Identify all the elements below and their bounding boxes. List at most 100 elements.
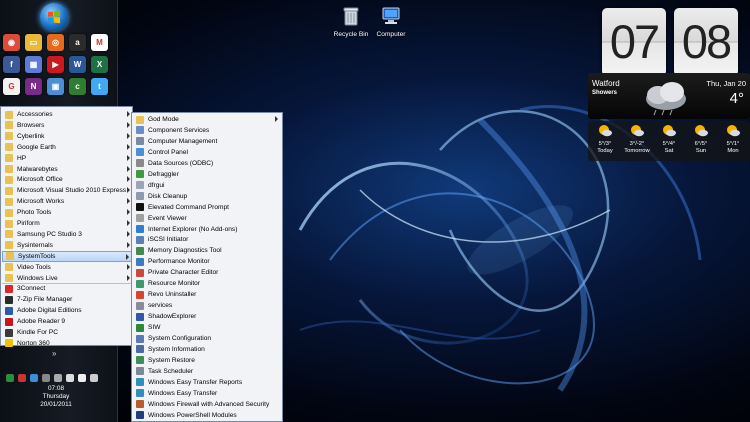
cnet-icon[interactable]: c [69, 78, 86, 95]
submenu-item[interactable]: Event Viewer [133, 213, 281, 224]
submenu-item[interactable]: Task Scheduler [133, 366, 281, 377]
submenu-item[interactable]: Revo Uninstaller [133, 289, 281, 300]
adobe-reader-icon [5, 317, 13, 326]
chrome-icon[interactable]: ◉ [3, 34, 20, 51]
menu-item[interactable]: Microsoft Office [2, 174, 132, 185]
submenu-item[interactable]: Component Services [133, 125, 281, 136]
menu-item[interactable]: Video Tools [2, 262, 132, 273]
computer[interactable]: Computer [366, 5, 416, 38]
all-programs-menu: Accessories Browsers Cyberlink Google Earth… [0, 106, 133, 349]
folder-icon[interactable]: ▭ [25, 34, 42, 51]
submenu-item[interactable]: God Mode [133, 114, 281, 125]
submenu-item[interactable]: System Configuration [133, 333, 281, 344]
start-button[interactable] [40, 3, 68, 31]
submenu-arrow-icon [127, 165, 130, 172]
clock-day: Thursday [42, 393, 70, 400]
menu-item[interactable]: SystemTools [2, 250, 132, 262]
network-icon[interactable] [42, 374, 50, 382]
firefox-icon[interactable]: ◎ [47, 34, 64, 51]
pin-icon[interactable] [90, 374, 98, 382]
menu-item[interactable]: Malwarebytes [2, 164, 132, 175]
submenu-item[interactable]: ShadowExplorer [133, 311, 281, 322]
menu-item-label: Photo Tools [17, 209, 52, 217]
menu-item[interactable]: Kindle For PC [2, 327, 132, 338]
folder-icon [5, 175, 13, 184]
twitter-icon[interactable]: t [91, 78, 108, 95]
submenu-item[interactable]: Windows Easy Transfer Reports [133, 377, 281, 388]
photo-icon[interactable]: ▣ [47, 78, 64, 95]
submenu-item[interactable]: Windows Firewall with Advanced Security [133, 399, 281, 410]
submenu-item-label: Windows Firewall with Advanced Security [148, 400, 270, 408]
systemtools-submenu: God Mode Component Services Computer Manag… [131, 112, 283, 422]
submenu-item[interactable]: Control Panel [133, 147, 281, 158]
submenu-item[interactable]: Disk Cleanup [133, 191, 281, 202]
expand-chevron-icon[interactable]: » [52, 349, 56, 358]
submenu-arrow-icon [275, 116, 278, 122]
partly-cloudy-icon [727, 125, 740, 137]
shield-icon[interactable] [6, 374, 14, 382]
menu-item[interactable]: Adobe Digital Editions [2, 305, 132, 316]
menu-item[interactable]: Microsoft Works [2, 196, 132, 207]
submenu-item[interactable]: System Restore [133, 355, 281, 366]
menu-item[interactable]: Piriform [2, 218, 132, 229]
menu-item[interactable]: Browsers [2, 120, 132, 131]
google-icon[interactable]: G [3, 78, 20, 95]
menu-item[interactable]: Sysinternals [2, 240, 132, 251]
submenu-item[interactable]: Windows PowerShell Modules [133, 410, 281, 421]
kindle-icon [5, 328, 13, 337]
submenu-item[interactable]: Resource Monitor [133, 278, 281, 289]
menu-item[interactable]: 7-Zip File Manager [2, 294, 132, 305]
menu-item[interactable]: HP [2, 153, 132, 164]
windows-logo-icon [48, 10, 60, 24]
submenu-item[interactable]: iSCSI Initiator [133, 234, 281, 245]
youtube-icon[interactable]: ▶ [47, 56, 64, 73]
excel-icon[interactable]: X [91, 56, 108, 73]
partly-cloudy-icon [631, 125, 644, 137]
menu-item[interactable]: Adobe Reader 9 [2, 316, 132, 327]
submenu-item[interactable]: Memory Diagnostics Tool [133, 245, 281, 256]
submenu-item[interactable]: Defraggler [133, 169, 281, 180]
submenu-item[interactable]: dfrgui [133, 180, 281, 191]
menu-item[interactable]: Samsung PC Studio 3 [2, 229, 132, 240]
norton-icon [5, 339, 13, 348]
submenu-item[interactable]: Data Sources (ODBC) [133, 158, 281, 169]
menu-item[interactable]: Google Earth [2, 142, 132, 153]
menu-item[interactable]: Norton 360 [2, 338, 132, 349]
amazon-icon[interactable]: a [69, 34, 86, 51]
menu-item-label: Samsung PC Studio 3 [17, 230, 82, 238]
sync-icon[interactable] [54, 374, 62, 382]
submenu-item[interactable]: Private Character Editor [133, 267, 281, 278]
menu-item[interactable]: Accessories [2, 109, 132, 120]
menu-item[interactable]: Photo Tools [2, 207, 132, 218]
speaker-icon[interactable] [66, 374, 74, 382]
submenu-item[interactable]: Windows Easy Transfer [133, 388, 281, 399]
menu-item-label: Accessories [17, 111, 53, 118]
submenu-arrow-icon [127, 143, 130, 150]
submenu-item[interactable]: Performance Monitor [133, 256, 281, 267]
submenu-item[interactable]: Computer Management [133, 136, 281, 147]
gmail-icon[interactable]: M [91, 34, 108, 51]
submenu-item[interactable]: System Information [133, 344, 281, 355]
menu-item-label: Piriform [17, 220, 40, 227]
submenu-item[interactable]: Internet Explorer (No Add-ons) [133, 224, 281, 235]
facebook-icon[interactable]: f [3, 56, 20, 73]
submenu-item[interactable]: services [133, 300, 281, 311]
word-icon[interactable]: W [69, 56, 86, 73]
menu-item[interactable]: 3Connect [2, 283, 132, 294]
cross-icon[interactable] [18, 374, 26, 382]
menu-item[interactable]: Microsoft Visual Studio 2010 Express [2, 185, 132, 196]
onenote-icon[interactable]: N [25, 78, 42, 95]
globe-icon[interactable] [30, 374, 38, 382]
menu-item[interactable]: Cyberlink [2, 131, 132, 142]
menu-separator [2, 282, 132, 284]
calendar-icon[interactable]: ▦ [25, 56, 42, 73]
flag-icon[interactable] [78, 374, 86, 382]
forecast-day-label: Today [597, 148, 613, 154]
menu-item[interactable]: Windows Live [2, 273, 132, 284]
submenu-item-label: Event Viewer [148, 214, 187, 222]
clock-weather-widget[interactable]: 07 08 Watford Showers Thu, Jan 20 4° 5°/… [588, 3, 750, 161]
submenu-item[interactable]: Elevated Command Prompt [133, 202, 281, 213]
submenu-arrow-icon [127, 220, 130, 226]
submenu-item[interactable]: SIW [133, 322, 281, 333]
taskbar-clock[interactable]: 07:08 Thursday 20/01/2011 [28, 385, 84, 409]
